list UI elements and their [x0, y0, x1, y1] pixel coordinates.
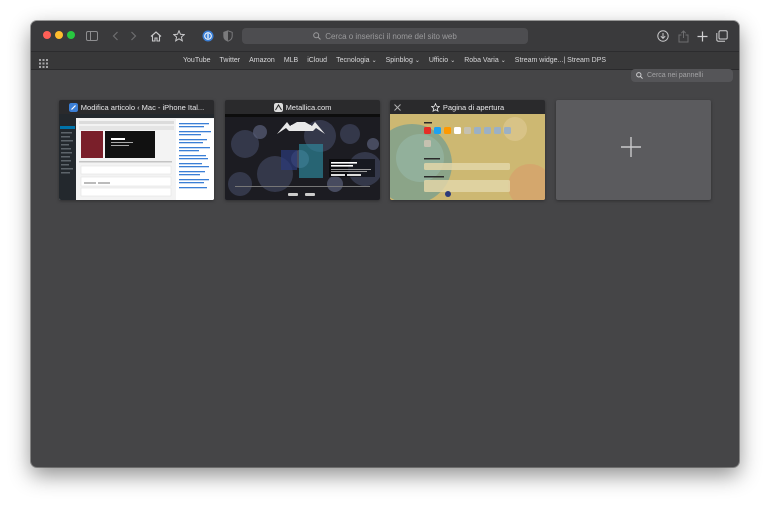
new-tab-button[interactable] [695, 27, 709, 45]
chevron-left-icon [112, 31, 118, 41]
chevron-down-icon: ⌄ [414, 58, 420, 64]
share-button[interactable] [676, 27, 690, 45]
home-icon [150, 30, 162, 42]
password-extension-button[interactable] [201, 27, 215, 45]
favorite-label: Twitter [219, 57, 241, 64]
favorite-icloud[interactable]: iCloud [307, 57, 327, 64]
favorite-folder-spinblog[interactable]: Spinblog ⌄ [386, 57, 420, 64]
favorite-label: Amazon [249, 57, 275, 64]
favorite-folder-ufficio[interactable]: Ufficio ⌄ [429, 57, 455, 64]
tab-card-title: Modifica articolo ‹ Mac - iPhone Ital... [80, 102, 205, 112]
bookmark-button[interactable] [172, 27, 186, 45]
tab-overview-icon [716, 30, 728, 42]
favorite-label: Roba Varia [464, 57, 499, 64]
grid-icon [39, 59, 48, 68]
search-icon [313, 32, 322, 40]
close-icon [394, 104, 401, 111]
sidebar-toggle-button[interactable] [85, 27, 99, 45]
plus-icon [621, 137, 641, 157]
favorite-label: YouTube [183, 57, 211, 64]
favorite-twitter[interactable]: Twitter [220, 57, 241, 64]
close-window-button[interactable] [43, 31, 51, 39]
forward-button[interactable] [127, 27, 139, 45]
zoom-window-button[interactable] [67, 31, 75, 39]
tab-thumbnail-metallica [225, 114, 380, 200]
page-thumbnail-image [390, 114, 545, 200]
tab-overview-button[interactable] [715, 27, 729, 45]
search-icon [636, 72, 643, 79]
tab-card-title: Pagina di apertura [442, 102, 505, 112]
tab-card-header: Pagina di apertura [390, 100, 545, 114]
sidebar-icon [86, 31, 98, 41]
tab-thumbnail-wordpress [59, 114, 214, 200]
star-icon [430, 102, 440, 112]
favorite-mlb[interactable]: MLB [284, 57, 298, 64]
home-button[interactable] [149, 27, 163, 45]
share-icon [678, 29, 688, 42]
favorite-label: Spinblog [385, 57, 413, 64]
favorites-bar: YouTube Twitter Amazon MLB iCloud Tecnol… [31, 51, 739, 70]
metallica-logo-icon [273, 102, 283, 112]
safari-window: Cerca o inserisci il nome del sito web Y… [31, 21, 739, 467]
page-thumbnail-image [59, 114, 214, 200]
favorite-amazon[interactable]: Amazon [249, 57, 275, 64]
shield-icon [223, 30, 233, 42]
favorite-stream-widget[interactable]: Stream widge...| Stream DPS [515, 57, 606, 64]
chevron-right-icon [130, 31, 136, 41]
star-icon [173, 30, 185, 42]
toolbar: Cerca o inserisci il nome del sito web [31, 21, 739, 51]
tab-card-metallica[interactable]: Metallica.com [225, 100, 380, 200]
onepassword-icon [202, 30, 214, 42]
favorite-youtube[interactable]: YouTube [183, 57, 211, 64]
plus-icon [697, 31, 707, 41]
favorite-label: Tecnologia [336, 57, 370, 64]
privacy-report-button[interactable] [222, 27, 234, 45]
blue-square-icon [68, 102, 78, 112]
page-thumbnail-image [225, 114, 380, 200]
close-tab-button[interactable] [394, 101, 401, 113]
favorites-grid-button[interactable] [39, 55, 48, 73]
tab-thumbnail-start-page [390, 114, 545, 200]
tab-card-start-page[interactable]: Pagina di apertura [390, 100, 545, 200]
favorite-label: MLB [283, 57, 299, 64]
address-placeholder: Cerca o inserisci il nome del sito web [325, 31, 457, 41]
favorite-label: iCloud [307, 57, 328, 64]
favorite-folder-roba-varia[interactable]: Roba Varia ⌄ [464, 57, 506, 64]
chevron-down-icon: ⌄ [371, 58, 377, 64]
favorite-label: Ufficio [428, 57, 449, 64]
tab-card-header: Modifica articolo ‹ Mac - iPhone Ital... [59, 100, 214, 114]
downloads-button[interactable] [656, 27, 670, 45]
tab-card-header: Metallica.com [225, 100, 380, 114]
minimize-window-button[interactable] [55, 31, 63, 39]
favorite-folder-tecnologia[interactable]: Tecnologia ⌄ [336, 57, 377, 64]
tab-search-placeholder: Cerca nei pannelli [647, 72, 704, 79]
download-icon [657, 30, 669, 42]
address-bar[interactable]: Cerca o inserisci il nome del sito web [242, 28, 528, 44]
tab-card-wordpress[interactable]: Modifica articolo ‹ Mac - iPhone Ital... [59, 100, 214, 200]
new-tab-card[interactable] [556, 100, 711, 200]
chevron-down-icon: ⌄ [450, 58, 456, 64]
tab-card-title: Metallica.com [285, 102, 332, 112]
back-button[interactable] [109, 27, 121, 45]
chevron-down-icon: ⌄ [500, 58, 506, 64]
favorite-label: Stream widge...| Stream DPS [514, 57, 607, 64]
tab-search-field[interactable]: Cerca nei pannelli [631, 69, 733, 82]
